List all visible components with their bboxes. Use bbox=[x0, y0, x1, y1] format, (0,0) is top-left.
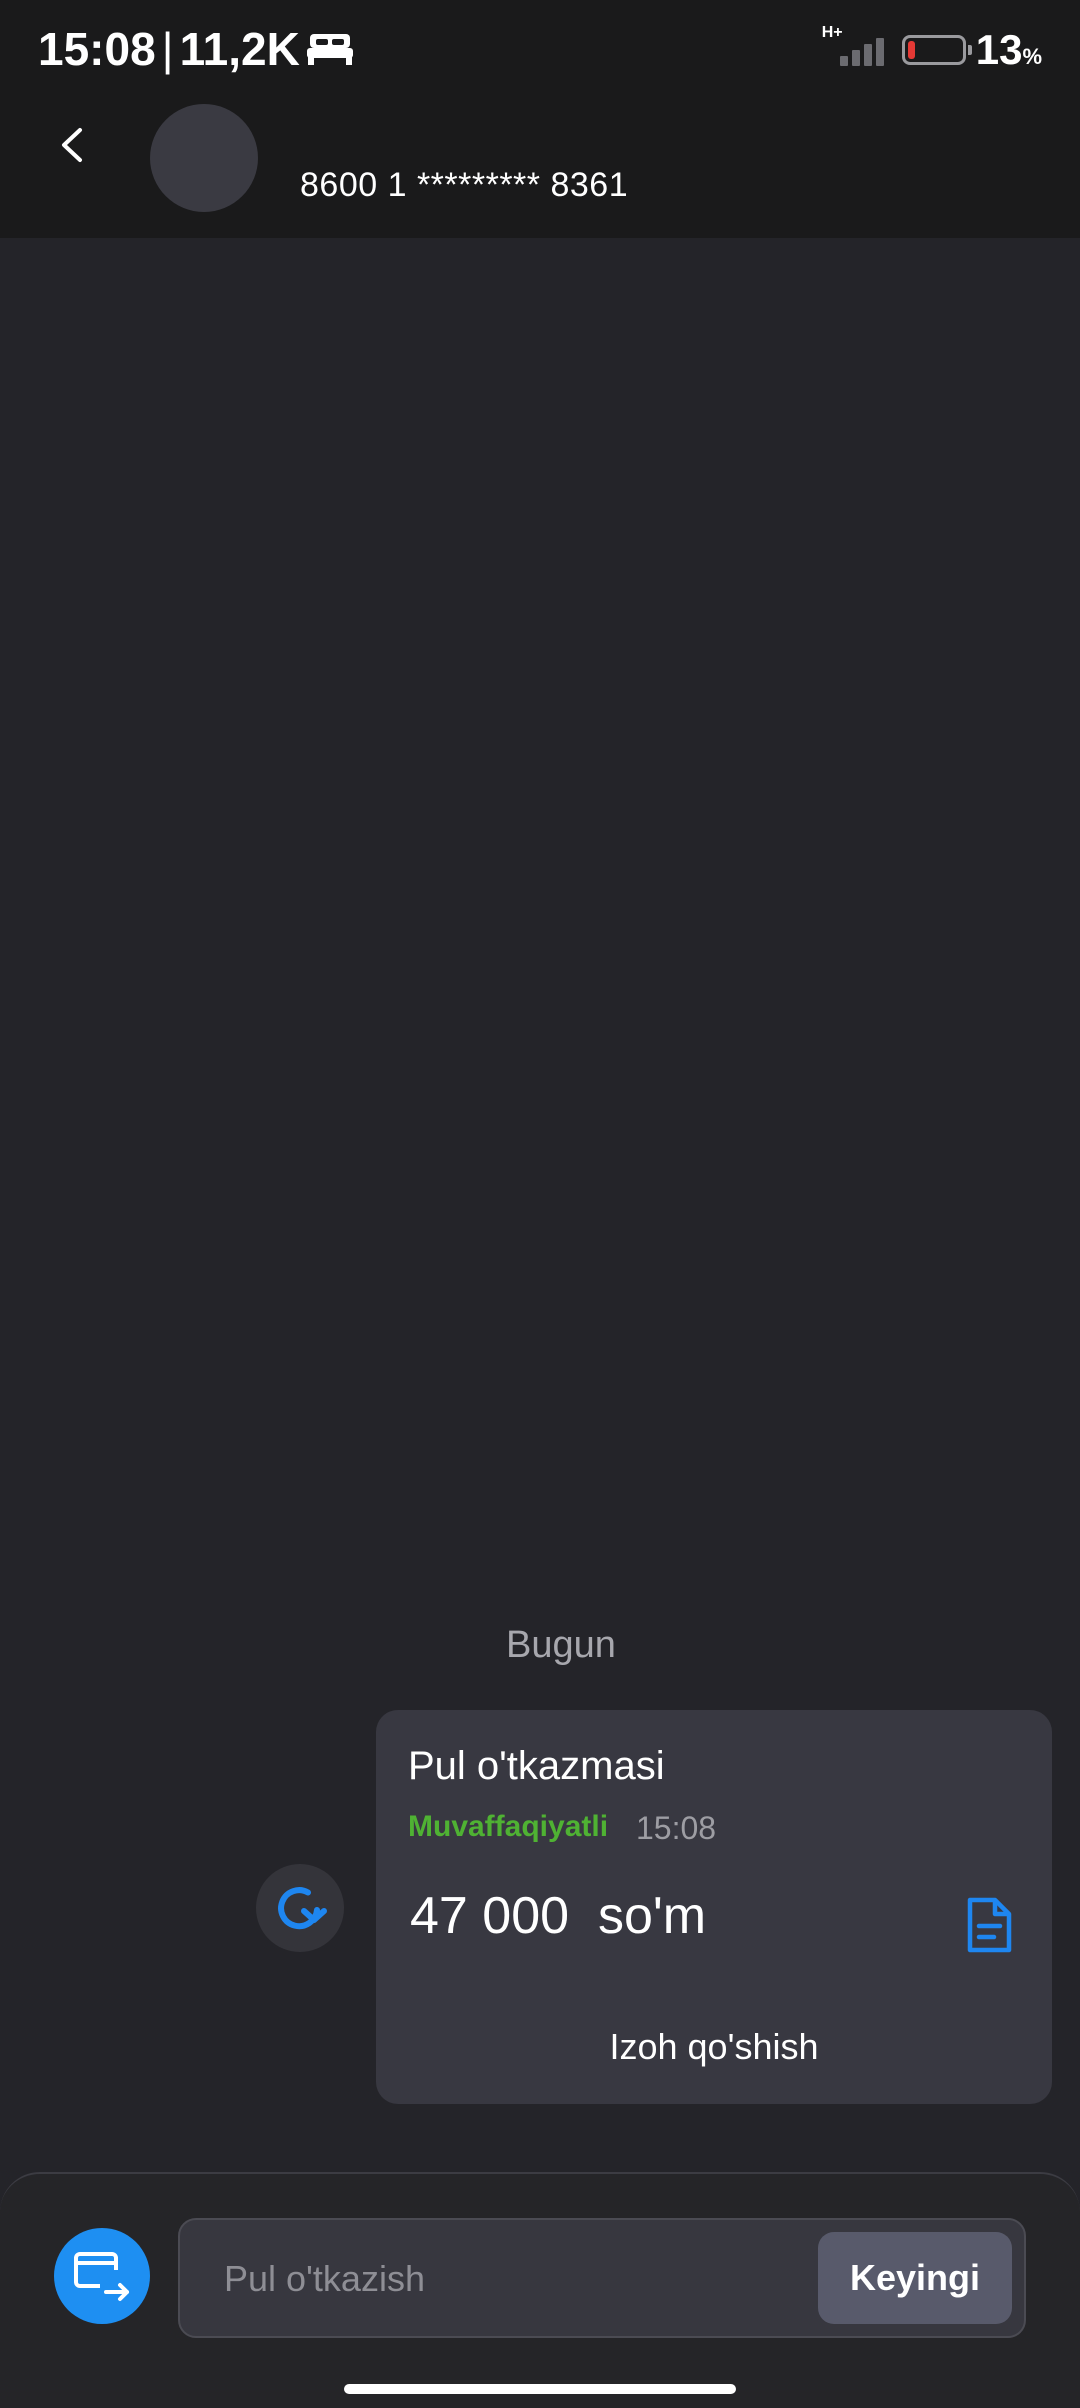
contact-number: 8600 1 ********* 8361 bbox=[300, 166, 629, 204]
home-indicator[interactable] bbox=[344, 2384, 736, 2394]
card-transfer-button[interactable] bbox=[54, 2228, 150, 2324]
bottom-panel: Keyingi bbox=[0, 2172, 1080, 2408]
document-icon bbox=[967, 1897, 1012, 1953]
transfer-input[interactable] bbox=[222, 2250, 746, 2308]
status-bar: 15:08 | 11,2K H+ 13% bbox=[0, 0, 1080, 100]
transfer-status: Muvaffaqiyatli bbox=[408, 1810, 609, 1843]
chevron-left-icon bbox=[62, 128, 82, 162]
battery-fill bbox=[907, 41, 915, 59]
back-button[interactable] bbox=[50, 122, 96, 168]
transfer-input-box: Keyingi bbox=[178, 2218, 1026, 2338]
receipt-button[interactable] bbox=[964, 1896, 1014, 1954]
transfer-time: 15:08 bbox=[636, 1810, 717, 1846]
status-left: 15:08 | 11,2K bbox=[38, 22, 354, 76]
next-button[interactable]: Keyingi bbox=[818, 2232, 1012, 2324]
signal-bars bbox=[839, 38, 884, 66]
chat-header: 8600 1 ********* 8361 bbox=[0, 100, 1080, 238]
avatar[interactable] bbox=[150, 104, 258, 212]
battery-icon bbox=[901, 35, 972, 65]
signal-icon: H+ bbox=[822, 24, 892, 72]
network-speed: 11,2K bbox=[179, 23, 300, 75]
status-right: H+ 13% bbox=[822, 24, 1042, 74]
status-separator: | bbox=[161, 23, 174, 75]
repeat-icon bbox=[278, 1887, 327, 1930]
transfer-amount: 47 000 so'm bbox=[410, 1887, 707, 1945]
transfer-title: Pul o'tkazmasi bbox=[408, 1744, 665, 1788]
card-transfer-icon bbox=[74, 2252, 129, 2301]
repeat-transfer-button[interactable] bbox=[256, 1864, 344, 1952]
date-separator: Bugun bbox=[506, 1624, 616, 1666]
battery-percent: 13% bbox=[975, 26, 1042, 73]
transfer-card[interactable]: Pul o'tkazmasi Muvaffaqiyatli 15:08 47 0… bbox=[376, 1710, 1052, 2104]
add-comment-button[interactable]: Izoh qo'shish bbox=[376, 2026, 1052, 2068]
status-time: 15:08 bbox=[38, 23, 156, 75]
sleep-bed-icon bbox=[306, 34, 353, 65]
